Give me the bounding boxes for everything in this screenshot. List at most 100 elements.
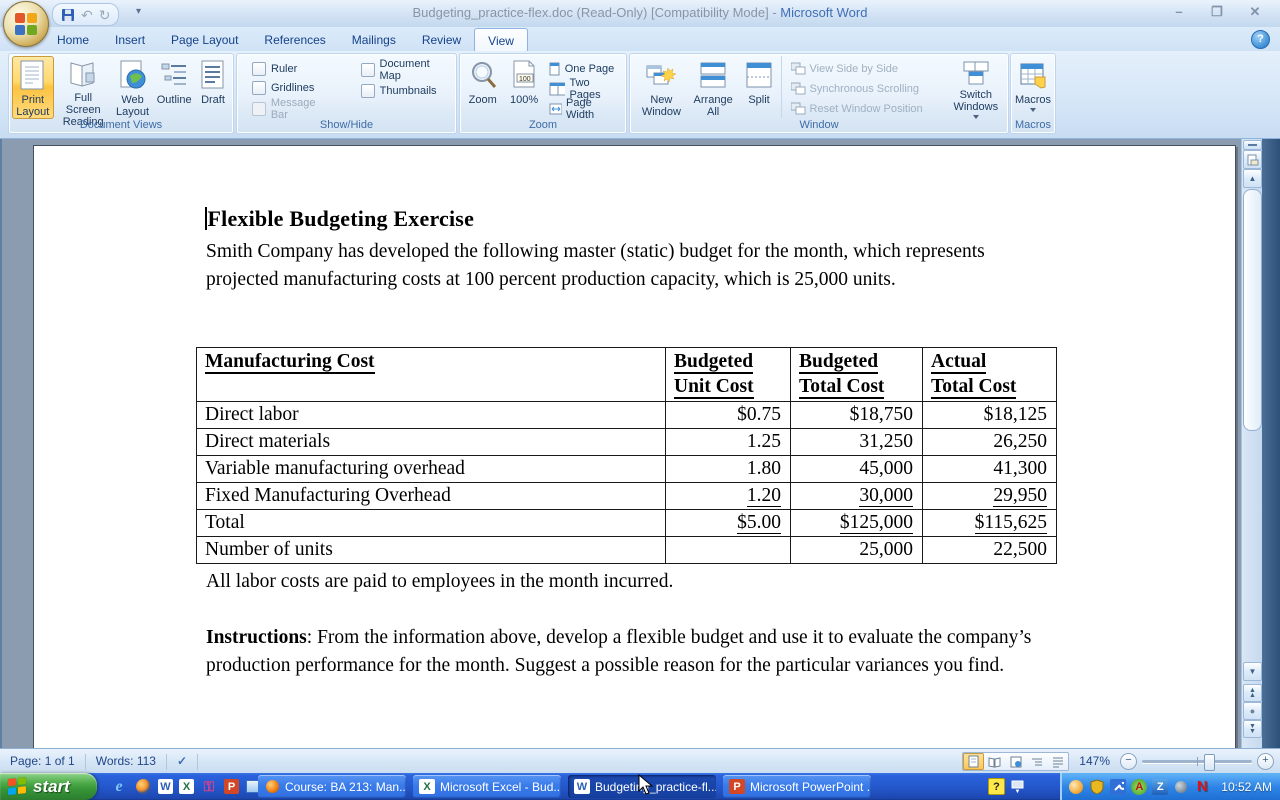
view-side-by-side-icon bbox=[791, 62, 806, 75]
office-button[interactable] bbox=[3, 1, 49, 47]
help-tray-icon[interactable]: ? bbox=[988, 778, 1005, 795]
previous-page-button[interactable]: ▲▲ bbox=[1243, 684, 1262, 702]
table-cell: $115,625 bbox=[923, 510, 1057, 537]
z-app-icon[interactable]: Z bbox=[1152, 779, 1168, 795]
ruler-toggle-button[interactable] bbox=[1243, 150, 1262, 169]
powerpoint-icon[interactable]: P bbox=[224, 779, 239, 794]
split-handle[interactable] bbox=[1243, 140, 1262, 150]
group-window: New Window Arrange All Split View Side b… bbox=[629, 53, 1009, 134]
next-page-button[interactable]: ▼▼ bbox=[1243, 720, 1262, 738]
minimize-button[interactable]: – bbox=[1168, 4, 1190, 20]
task-excel[interactable]: X Microsoft Excel - Bud... bbox=[413, 775, 561, 798]
scroll-down-button[interactable]: ▼ bbox=[1243, 662, 1262, 681]
quick-launch-bar: e W X ⚿ P bbox=[104, 773, 269, 800]
text-cursor bbox=[205, 207, 207, 230]
close-button[interactable]: ✕ bbox=[1244, 4, 1266, 20]
messenger-icon[interactable] bbox=[1068, 779, 1084, 795]
draft-button[interactable]: Draft bbox=[196, 56, 230, 119]
document-intro-paragraph: Smith Company has developed the followin… bbox=[206, 238, 1062, 293]
full-screen-reading-button[interactable]: Full Screen Reading bbox=[56, 56, 111, 119]
table-row: Number of units25,00022,500 bbox=[197, 537, 1057, 564]
checkbox-ruler[interactable]: Ruler bbox=[252, 60, 335, 78]
task-firefox[interactable]: Course: BA 213: Man... bbox=[258, 775, 406, 798]
checkbox-document-map[interactable]: Document Map bbox=[361, 60, 453, 79]
tab-review[interactable]: Review bbox=[409, 29, 474, 51]
scroll-up-button[interactable]: ▲ bbox=[1243, 169, 1262, 188]
ruler-checkbox-icon[interactable] bbox=[252, 62, 266, 76]
tab-view[interactable]: View bbox=[474, 28, 528, 52]
document-note: All labor costs are paid to employees in… bbox=[206, 571, 673, 593]
view-draft-button[interactable] bbox=[1047, 753, 1068, 770]
zoom-slider-track[interactable] bbox=[1142, 760, 1252, 763]
arrange-all-button[interactable]: Arrange All bbox=[689, 56, 738, 119]
draft-icon bbox=[196, 59, 230, 91]
word-count[interactable]: Words: 113 bbox=[86, 753, 166, 770]
wrench-icon[interactable] bbox=[1110, 779, 1126, 795]
firefox-icon[interactable] bbox=[134, 778, 152, 796]
norton-icon[interactable]: N bbox=[1194, 779, 1210, 795]
firefox-task-icon bbox=[264, 779, 280, 794]
view-web-layout-button[interactable] bbox=[1005, 753, 1026, 770]
outline-button[interactable]: Outline bbox=[154, 56, 194, 119]
switch-windows-button[interactable]: Switch Windows bbox=[947, 56, 1005, 119]
spellcheck-status-icon[interactable]: ✓ bbox=[167, 753, 197, 770]
zoom-100-button[interactable]: 100% bbox=[504, 56, 543, 119]
zoom-in-button[interactable]: + bbox=[1257, 753, 1274, 770]
print-layout-button[interactable]: Print Layout bbox=[12, 56, 54, 119]
zoom-icon bbox=[466, 59, 500, 91]
full-screen-reading-icon bbox=[66, 59, 100, 89]
group-zoom: Zoom 100% One Page Two Pages Page Width … bbox=[459, 53, 627, 134]
one-page-button[interactable]: One Page bbox=[546, 59, 623, 78]
access-key-icon[interactable]: ⚿ bbox=[200, 778, 218, 796]
zoom-slider-thumb[interactable] bbox=[1204, 754, 1215, 771]
start-button[interactable]: start bbox=[0, 773, 97, 800]
task-powerpoint[interactable]: P Microsoft PowerPoint ... bbox=[723, 775, 871, 798]
page-indicator[interactable]: Page: 1 of 1 bbox=[0, 753, 85, 770]
vertical-scrollbar[interactable]: ▲ ▼ ▲▲ ● ▼▼ bbox=[1241, 139, 1262, 748]
zoom-button[interactable]: Zoom bbox=[463, 56, 502, 119]
checkbox-gridlines[interactable]: Gridlines bbox=[252, 80, 335, 98]
hidden-device-icon[interactable]: ▼ bbox=[1011, 780, 1024, 794]
word-icon[interactable]: W bbox=[158, 779, 173, 794]
group-label-window: Window bbox=[630, 119, 1008, 133]
outline-icon bbox=[157, 59, 191, 91]
tab-page-layout[interactable]: Page Layout bbox=[158, 29, 251, 51]
page-width-icon bbox=[549, 102, 562, 116]
help-icon[interactable]: ? bbox=[1251, 30, 1270, 49]
view-outline-button[interactable] bbox=[1026, 753, 1047, 770]
new-window-button[interactable]: New Window bbox=[637, 56, 686, 119]
excel-icon[interactable]: X bbox=[179, 779, 194, 794]
view-full-screen-button[interactable] bbox=[984, 753, 1005, 770]
macros-button[interactable]: Macros bbox=[1014, 56, 1052, 119]
checkbox-thumbnails[interactable]: Thumbnails bbox=[361, 81, 453, 100]
two-pages-button[interactable]: Two Pages bbox=[546, 79, 623, 98]
scrollbar-thumb[interactable] bbox=[1243, 189, 1262, 431]
tab-mailings[interactable]: Mailings bbox=[339, 29, 409, 51]
zoom-level[interactable]: 147% bbox=[1075, 753, 1114, 770]
restore-button[interactable]: ❐ bbox=[1206, 4, 1228, 20]
shield-icon[interactable] bbox=[1089, 779, 1105, 795]
table-cell: Direct labor bbox=[197, 402, 666, 429]
document-map-checkbox-icon[interactable] bbox=[361, 63, 375, 77]
antivirus-a-icon[interactable]: A bbox=[1131, 779, 1147, 795]
web-layout-button[interactable]: Web Layout bbox=[113, 56, 153, 119]
table-cell: Total bbox=[197, 510, 666, 537]
select-browse-object-button[interactable]: ● bbox=[1243, 702, 1262, 720]
thumbnails-checkbox-icon[interactable] bbox=[361, 84, 375, 98]
zoom-slider: − + bbox=[1120, 753, 1274, 770]
volume-icon[interactable] bbox=[1173, 779, 1189, 795]
split-button[interactable]: Split bbox=[741, 56, 778, 119]
tab-insert[interactable]: Insert bbox=[102, 29, 158, 51]
zoom-out-button[interactable]: − bbox=[1120, 753, 1137, 770]
table-header-cell: BudgetedTotal Cost bbox=[791, 348, 923, 402]
arrange-all-icon bbox=[696, 59, 730, 91]
document-page[interactable]: Flexible Budgeting Exercise Smith Compan… bbox=[33, 145, 1236, 748]
taskbar-clock[interactable]: 10:52 AM bbox=[1221, 780, 1272, 794]
document-heading: Flexible Budgeting Exercise bbox=[205, 206, 474, 232]
gridlines-checkbox-icon[interactable] bbox=[252, 81, 266, 95]
view-print-layout-button[interactable] bbox=[963, 753, 984, 770]
internet-explorer-icon[interactable]: e bbox=[110, 778, 128, 796]
page-width-button[interactable]: Page Width bbox=[546, 99, 623, 118]
tab-home[interactable]: Home bbox=[44, 29, 102, 51]
tab-references[interactable]: References bbox=[251, 29, 338, 51]
